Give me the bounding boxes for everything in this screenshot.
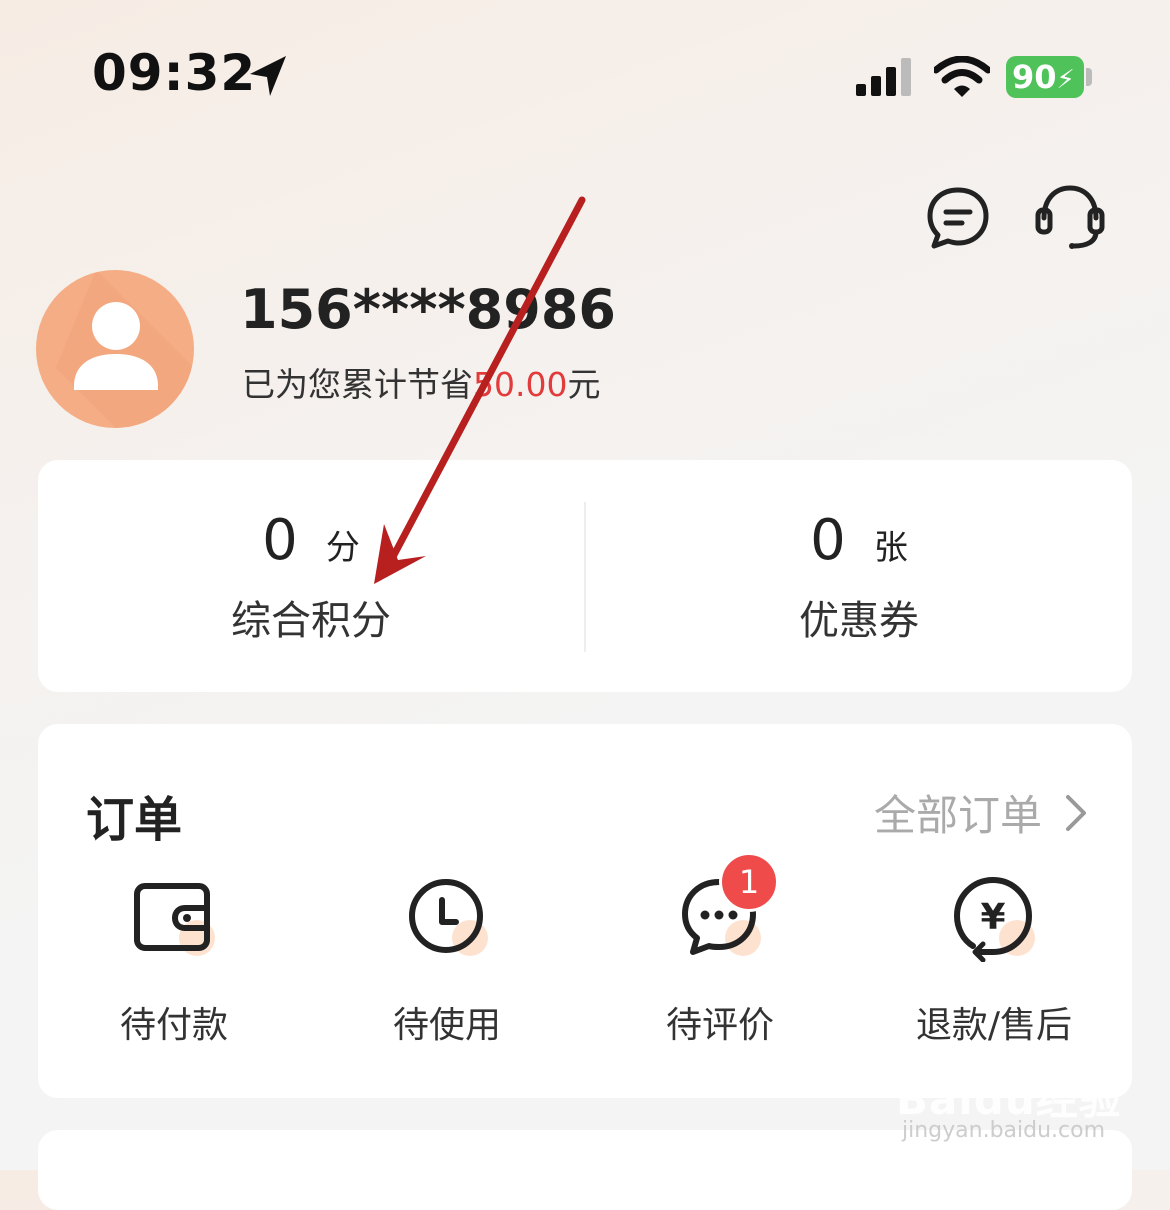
status-time: 09:32 bbox=[92, 44, 257, 102]
clock-icon bbox=[409, 879, 488, 956]
chevron-right-icon bbox=[1066, 794, 1086, 831]
user-phone-number: 156****8986 bbox=[240, 278, 616, 341]
order-pending-use[interactable]: 待使用 bbox=[311, 872, 583, 1048]
charging-bolt-icon: ⚡ bbox=[1056, 65, 1075, 95]
coupons-unit: 张 bbox=[873, 528, 908, 568]
coupons-value: 0 bbox=[810, 508, 846, 573]
cellular-signal-icon bbox=[856, 58, 911, 96]
review-count-badge: 1 bbox=[719, 852, 779, 912]
message-icon[interactable] bbox=[926, 186, 990, 250]
battery-level: 90 bbox=[1012, 58, 1057, 96]
location-arrow-icon bbox=[250, 56, 286, 96]
points-label: 综合积分 bbox=[231, 598, 391, 644]
svg-text:¥: ¥ bbox=[980, 897, 1005, 938]
all-orders-label: 全部订单 bbox=[873, 791, 1042, 840]
battery-cap bbox=[1086, 68, 1092, 86]
order-pending-use-label: 待使用 bbox=[392, 1005, 501, 1046]
assets-card: 0分 综合积分 0张 优惠券 bbox=[38, 460, 1132, 692]
order-refund-aftersale[interactable]: ¥ 退款/售后 bbox=[858, 872, 1130, 1048]
coupons-label: 优惠券 bbox=[799, 598, 919, 644]
user-silhouette-icon bbox=[56, 270, 194, 428]
orders-title: 订单 bbox=[86, 792, 183, 848]
points-value: 0 bbox=[262, 508, 298, 573]
customer-service-icon[interactable] bbox=[1034, 184, 1106, 250]
baidu-watermark-url: jingyan.baidu.com bbox=[902, 1118, 1106, 1143]
order-pending-payment-label: 待付款 bbox=[119, 1005, 228, 1046]
coupons-stat[interactable]: 0张 优惠券 bbox=[586, 460, 1132, 692]
order-pending-review-label: 待评价 bbox=[665, 1005, 774, 1046]
avatar[interactable] bbox=[36, 270, 194, 428]
orders-card: 订单 全部订单 待付款 待使用 1 待评价 ¥ 退款/售后 bbox=[38, 724, 1132, 1098]
savings-prefix: 已为您累计节省 bbox=[242, 365, 473, 404]
wallet-icon bbox=[134, 883, 215, 956]
points-stat[interactable]: 0分 综合积分 bbox=[38, 460, 584, 692]
points-unit: 分 bbox=[325, 528, 360, 568]
refund-icon: ¥ bbox=[953, 876, 1035, 963]
battery-indicator: 90⚡ bbox=[1006, 56, 1084, 98]
wifi-icon bbox=[934, 56, 990, 97]
savings-summary: 已为您累计节省50.00元 bbox=[242, 358, 600, 406]
points-value-row: 0分 bbox=[38, 508, 584, 573]
all-orders-link[interactable]: 全部订单 bbox=[874, 782, 1088, 843]
order-refund-aftersale-label: 退款/售后 bbox=[915, 1005, 1073, 1046]
savings-suffix: 元 bbox=[567, 365, 601, 404]
savings-amount: 50.00 bbox=[473, 365, 568, 404]
order-pending-review[interactable]: 1 待评价 bbox=[584, 852, 856, 1048]
coupons-value-row: 0张 bbox=[586, 508, 1132, 573]
order-pending-payment[interactable]: 待付款 bbox=[38, 872, 310, 1048]
